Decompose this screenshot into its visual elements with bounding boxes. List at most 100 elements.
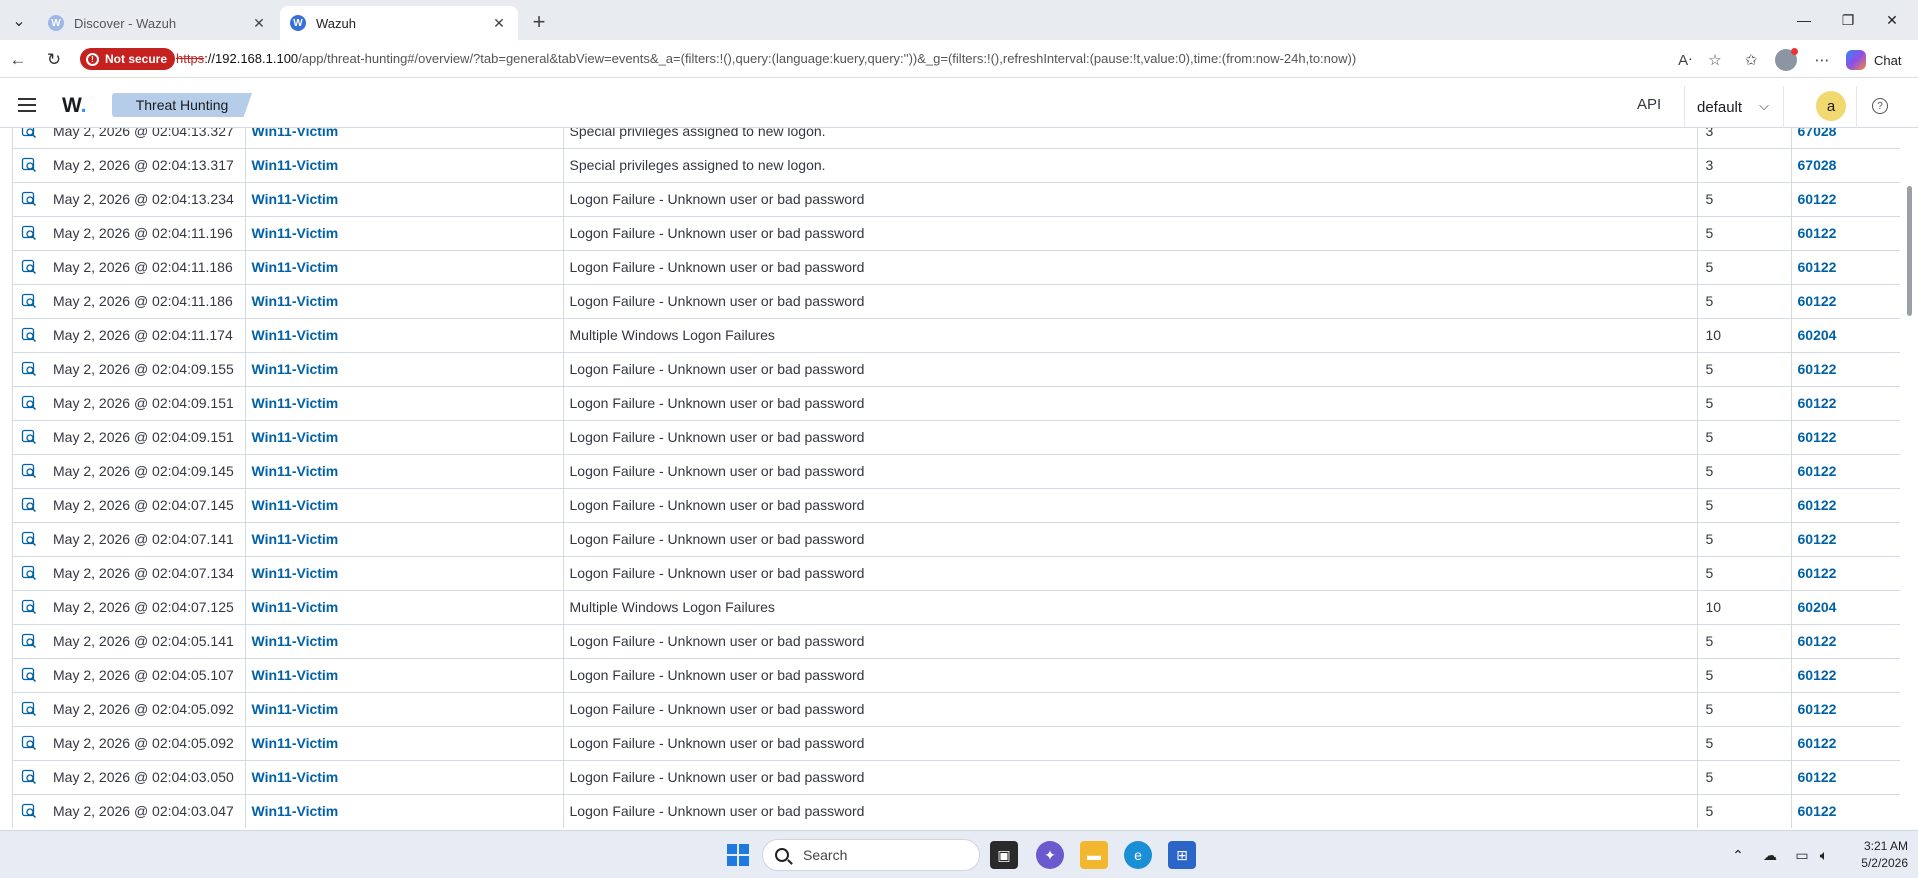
rule-id-link[interactable]: 67028 <box>1790 148 1900 183</box>
inspect-document-icon[interactable] <box>21 633 37 649</box>
inspect-document-icon[interactable] <box>21 128 37 139</box>
agent-name-link[interactable]: Win11-Victim <box>244 692 563 727</box>
rule-id-link[interactable]: 60122 <box>1790 250 1900 285</box>
close-window-icon[interactable]: ✕ <box>1872 8 1912 32</box>
api-button[interactable]: API <box>1637 96 1661 113</box>
agent-name-link[interactable]: Win11-Victim <box>244 624 563 659</box>
agent-name-link[interactable]: Win11-Victim <box>244 386 563 421</box>
volume-icon[interactable]: 🔈︎ <box>1814 845 1834 865</box>
breadcrumb-threat-hunting[interactable]: Threat Hunting <box>112 93 252 117</box>
address-bar-url[interactable]: https://192.168.1.100/app/threat-hunting… <box>176 51 1356 66</box>
menu-hamburger-icon[interactable] <box>18 98 36 112</box>
inspect-document-icon[interactable] <box>21 667 37 683</box>
inspect-document-icon[interactable] <box>21 701 37 717</box>
rule-id-link[interactable]: 60122 <box>1790 454 1900 489</box>
agent-name-link[interactable]: Win11-Victim <box>244 454 563 489</box>
rule-id-link[interactable]: 60122 <box>1790 726 1900 761</box>
agent-name-link[interactable]: Win11-Victim <box>244 658 563 693</box>
inspect-document-icon[interactable] <box>21 259 37 275</box>
task-view-icon[interactable]: ▣ <box>990 841 1018 869</box>
rule-id-link[interactable]: 60122 <box>1790 216 1900 251</box>
user-avatar[interactable]: a <box>1816 91 1846 121</box>
tenant-selector[interactable]: default ⌵ <box>1684 86 1784 128</box>
scrollbar-thumb[interactable] <box>1907 186 1912 316</box>
agent-name-link[interactable]: Win11-Victim <box>244 352 563 387</box>
inspect-document-icon[interactable] <box>21 157 37 173</box>
rule-id-link[interactable]: 60122 <box>1790 760 1900 795</box>
browser-tab-wazuh[interactable]: W Wazuh ✕ <box>280 6 518 40</box>
copilot-chat-button[interactable]: Chat <box>1846 49 1901 71</box>
agent-name-link[interactable]: Win11-Victim <box>244 182 563 217</box>
close-tab-icon[interactable]: ✕ <box>250 14 268 32</box>
rule-id-link[interactable]: 60122 <box>1790 794 1900 828</box>
new-tab-plus-icon[interactable]: + <box>526 10 552 36</box>
copilot-app-icon[interactable]: ✦ <box>1036 841 1064 869</box>
inspect-document-icon[interactable] <box>21 191 37 207</box>
agent-name-link[interactable]: Win11-Victim <box>244 760 563 795</box>
rule-id-link[interactable]: 60204 <box>1790 590 1900 625</box>
show-hidden-icons-icon[interactable]: ⌃ <box>1728 845 1748 865</box>
rule-id-link[interactable]: 60122 <box>1790 556 1900 591</box>
rule-id-link[interactable]: 60122 <box>1790 386 1900 421</box>
agent-name-link[interactable]: Win11-Victim <box>244 128 563 149</box>
rule-id-link[interactable]: 60122 <box>1790 624 1900 659</box>
inspect-document-icon[interactable] <box>21 565 37 581</box>
inspect-document-icon[interactable] <box>21 497 37 513</box>
minimize-icon[interactable]: — <box>1784 8 1824 32</box>
inspect-document-icon[interactable] <box>21 225 37 241</box>
reload-icon[interactable]: ↻ <box>42 48 66 72</box>
rule-id-link[interactable]: 60204 <box>1790 318 1900 353</box>
rule-id-link[interactable]: 60122 <box>1790 420 1900 455</box>
inspect-document-icon[interactable] <box>21 463 37 479</box>
inspect-document-icon[interactable] <box>21 803 37 819</box>
restore-icon[interactable]: ❐ <box>1828 8 1868 32</box>
rule-id-link[interactable]: 60122 <box>1790 488 1900 523</box>
store-icon[interactable]: ⊞ <box>1168 841 1196 869</box>
read-aloud-icon[interactable]: Aᐧ <box>1675 50 1695 70</box>
wazuh-logo[interactable]: W. <box>62 94 87 118</box>
agent-name-link[interactable]: Win11-Victim <box>244 794 563 828</box>
rule-id-link[interactable]: 60122 <box>1790 522 1900 557</box>
agent-name-link[interactable]: Win11-Victim <box>244 318 563 353</box>
taskbar-clock[interactable]: 3:21 AM 5/2/2026 <box>1838 838 1908 872</box>
agent-name-link[interactable]: Win11-Victim <box>244 284 563 319</box>
rule-id-link[interactable]: 60122 <box>1790 658 1900 693</box>
agent-name-link[interactable]: Win11-Victim <box>244 250 563 285</box>
more-options-icon[interactable]: ⋯ <box>1812 50 1832 70</box>
network-icon[interactable]: ▭ <box>1792 845 1812 865</box>
rule-id-link[interactable]: 60122 <box>1790 182 1900 217</box>
inspect-document-icon[interactable] <box>21 429 37 445</box>
back-arrow-icon[interactable]: ← <box>6 48 30 72</box>
agent-name-link[interactable]: Win11-Victim <box>244 590 563 625</box>
rule-id-link[interactable]: 60122 <box>1790 692 1900 727</box>
edge-browser-icon[interactable]: e <box>1124 841 1152 869</box>
agent-name-link[interactable]: Win11-Victim <box>244 148 563 183</box>
tab-list-chevron-icon[interactable]: ⌄ <box>6 8 32 34</box>
favorites-list-icon[interactable]: ✩ <box>1741 50 1761 70</box>
favorite-star-icon[interactable]: ☆ <box>1705 50 1725 70</box>
not-secure-badge[interactable]: ! Not secure <box>80 48 176 70</box>
taskbar-search-input[interactable]: Search <box>762 839 980 871</box>
vertical-scrollbar[interactable] <box>1904 128 1916 828</box>
inspect-document-icon[interactable] <box>21 769 37 785</box>
agent-name-link[interactable]: Win11-Victim <box>244 488 563 523</box>
inspect-document-icon[interactable] <box>21 395 37 411</box>
inspect-document-icon[interactable] <box>21 735 37 751</box>
inspect-document-icon[interactable] <box>21 361 37 377</box>
inspect-document-icon[interactable] <box>21 531 37 547</box>
agent-name-link[interactable]: Win11-Victim <box>244 726 563 761</box>
close-tab-icon[interactable]: ✕ <box>490 14 508 32</box>
agent-name-link[interactable]: Win11-Victim <box>244 216 563 251</box>
windows-start-icon[interactable] <box>724 841 752 869</box>
file-explorer-icon[interactable]: ▬ <box>1080 841 1108 869</box>
agent-name-link[interactable]: Win11-Victim <box>244 522 563 557</box>
inspect-document-icon[interactable] <box>21 293 37 309</box>
help-icon[interactable]: ? <box>1872 98 1888 114</box>
browser-tab-discover[interactable]: W Discover - Wazuh ✕ <box>38 6 278 40</box>
rule-id-link[interactable]: 60122 <box>1790 284 1900 319</box>
agent-name-link[interactable]: Win11-Victim <box>244 420 563 455</box>
inspect-document-icon[interactable] <box>21 599 37 615</box>
onedrive-offline-icon[interactable]: ☁ <box>1760 845 1780 865</box>
rule-id-link[interactable]: 67028 <box>1790 128 1900 149</box>
agent-name-link[interactable]: Win11-Victim <box>244 556 563 591</box>
